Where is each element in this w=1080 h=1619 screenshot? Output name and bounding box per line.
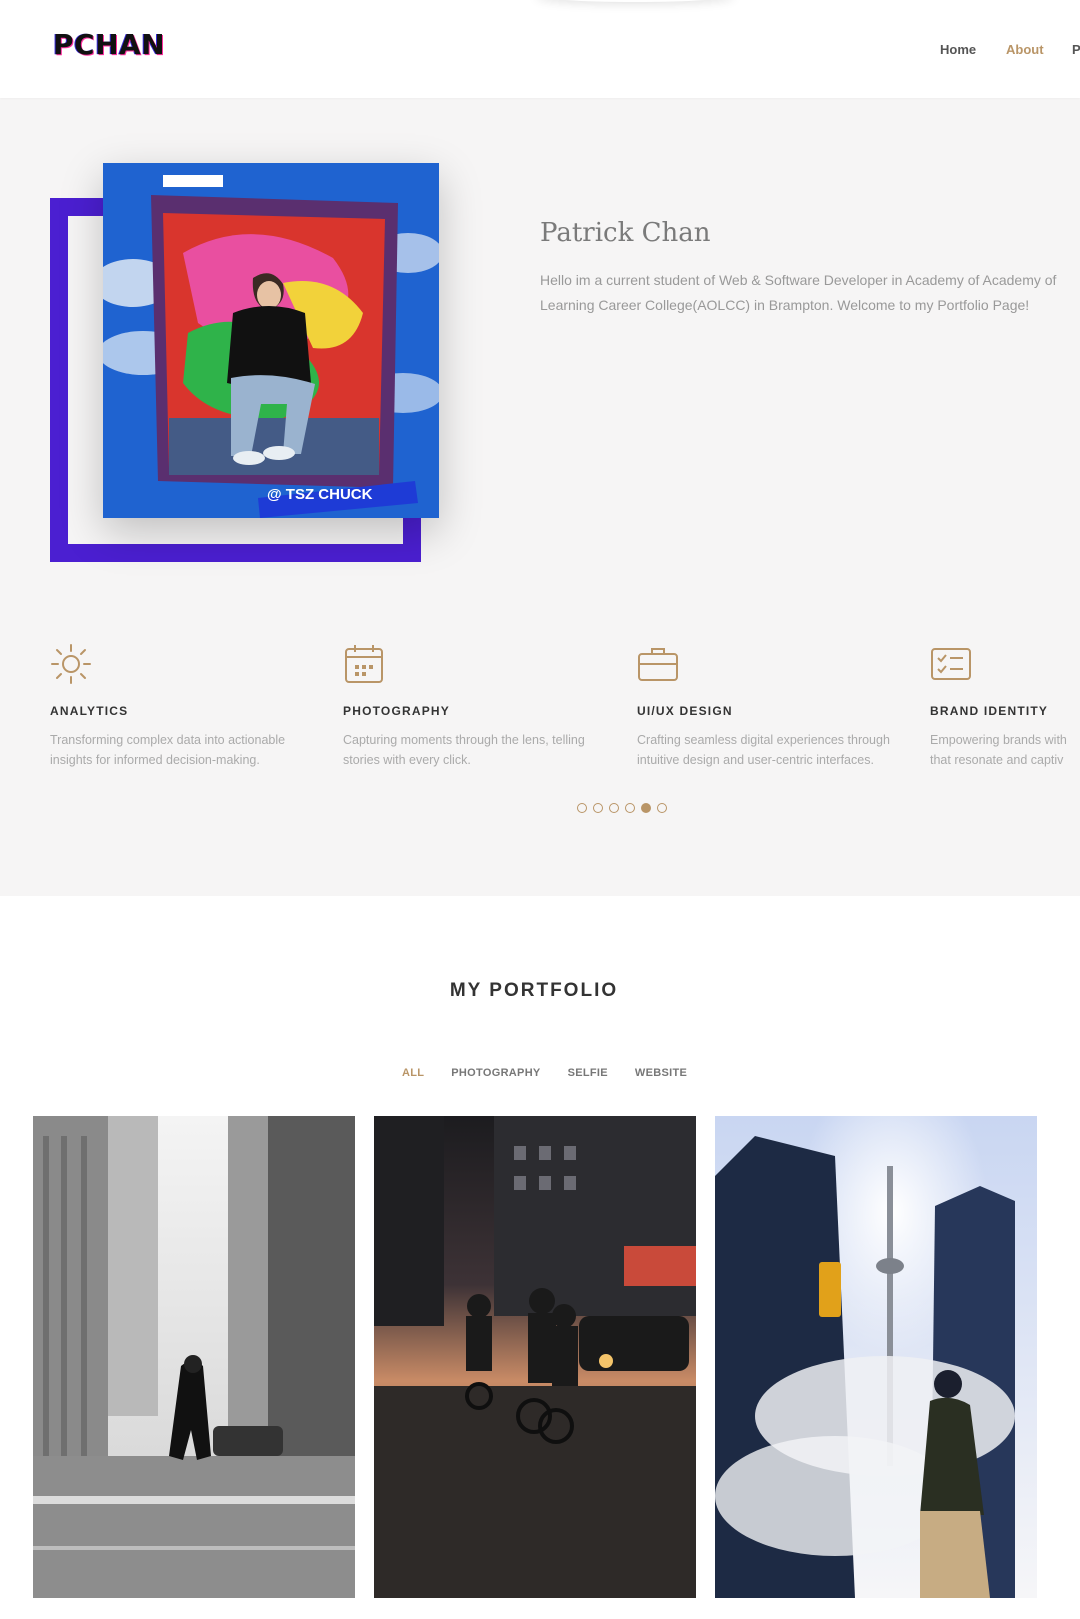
carousel-dot[interactable] [625, 803, 635, 813]
carousel-dot-active[interactable] [641, 803, 651, 813]
site-header: PCHAN Home About P [0, 0, 1080, 98]
service-title: ANALYTICS [50, 704, 129, 718]
service-description: Transforming complex data into actionabl… [50, 733, 286, 767]
portfolio-photo-bw-street [33, 1116, 355, 1598]
service-uiux-design: UI/UX DESIGN Crafting seamless digital e… [637, 643, 897, 770]
service-description: Capturing moments through the lens, tell… [343, 733, 585, 767]
service-analytics: ANALYTICS Transforming complex data into… [50, 643, 320, 770]
header-shadow-decoration [535, 0, 735, 2]
portfolio-item[interactable] [715, 1116, 1037, 1598]
sun-icon [51, 644, 91, 684]
service-description: Empowering brands with that resonate and… [930, 733, 1067, 767]
briefcase-icon [638, 648, 678, 681]
service-title: PHOTOGRAPHY [343, 704, 450, 718]
portfolio-title: MY PORTFOLIO [449, 980, 619, 1001]
profile-name: Patrick Chan [540, 218, 711, 248]
photo-caption: @ TSZ CHUCK [267, 486, 373, 503]
site-logo[interactable]: PCHAN [53, 28, 165, 61]
calendar-icon [345, 645, 383, 683]
portfolio-filters: ALL PHOTOGRAPHY SELFIE WEBSITE [402, 1067, 687, 1079]
portfolio-photo-cn-tower [715, 1116, 1037, 1598]
portfolio-item[interactable] [33, 1116, 355, 1598]
service-photography: PHOTOGRAPHY Capturing moments through th… [343, 643, 613, 770]
checklist-icon [931, 648, 971, 680]
nav-about-link[interactable]: About [1006, 42, 1044, 57]
service-title: UI/UX DESIGN [637, 704, 733, 718]
portfolio-photo-cyclists [374, 1116, 696, 1598]
carousel-pagination [577, 803, 667, 813]
profile-bio: Hello im a current student of Web & Soft… [540, 272, 1057, 313]
filter-all[interactable]: ALL [402, 1067, 424, 1079]
nav-partial-link[interactable]: P [1072, 42, 1080, 57]
service-brand-identity: BRAND IDENTITY Empowering brands with th… [930, 643, 1080, 770]
carousel-dot[interactable] [609, 803, 619, 813]
service-description: Crafting seamless digital experiences th… [637, 733, 890, 767]
service-title: BRAND IDENTITY [930, 704, 1049, 718]
profile-photo-illustration [103, 163, 439, 518]
carousel-dot[interactable] [593, 803, 603, 813]
filter-website[interactable]: WEBSITE [635, 1067, 687, 1079]
carousel-dot[interactable] [577, 803, 587, 813]
filter-selfie[interactable]: SELFIE [568, 1067, 608, 1079]
portfolio-item[interactable] [374, 1116, 696, 1598]
filter-photography[interactable]: PHOTOGRAPHY [451, 1067, 540, 1079]
about-section: @ TSZ CHUCK Patrick Chan Hello im a curr… [0, 98, 1080, 896]
nav-home-link[interactable]: Home [940, 42, 976, 57]
carousel-dot[interactable] [657, 803, 667, 813]
profile-photo: @ TSZ CHUCK [103, 163, 439, 518]
